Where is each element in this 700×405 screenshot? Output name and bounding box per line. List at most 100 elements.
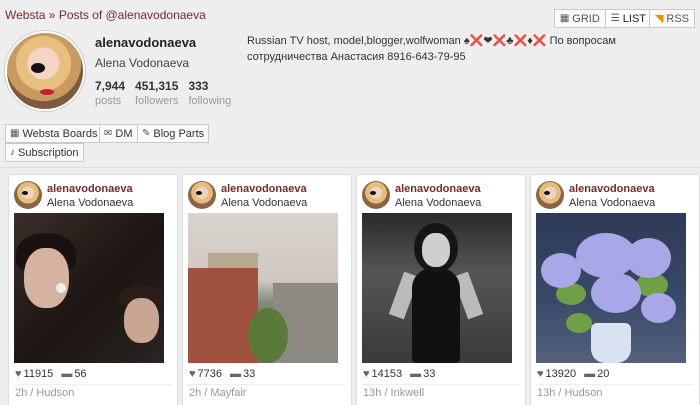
comment-count[interactable]: ▬ 56 [61, 368, 86, 380]
photo-detail [422, 233, 450, 267]
comment-count[interactable]: ▬ 33 [230, 368, 255, 380]
card-divider [536, 384, 694, 385]
post-full-name: Alena Vodonaeva [47, 197, 134, 209]
rss-button[interactable]: ◥ RSS [648, 9, 695, 28]
comment-count-value: 33 [423, 368, 436, 380]
photo-detail [591, 323, 631, 363]
comment-count[interactable]: ▬ 20 [584, 368, 609, 380]
comment-count-value: 33 [243, 368, 256, 380]
comment-count-value: 56 [74, 368, 87, 380]
card-divider [362, 384, 520, 385]
grid-icon: ▦ [559, 13, 570, 24]
list-view-button[interactable]: ☰ LIST [605, 9, 652, 28]
rss-label: RSS [666, 12, 689, 25]
like-count[interactable]: ♥ 7736 [189, 368, 222, 380]
post-card[interactable]: alenavodonaeva Alena Vodonaeva ♥ 14153 ▬ 3… [356, 174, 526, 405]
post-time-filter[interactable]: 2h / Mayfair [189, 387, 246, 399]
photo-detail [248, 308, 288, 363]
breadcrumb-separator: » [45, 8, 59, 22]
like-count-value: 7736 [197, 368, 223, 380]
blog-parts-label: Blog Parts [153, 127, 205, 140]
profile-avatar[interactable] [5, 31, 85, 111]
avatar-eyepatch [196, 191, 202, 195]
avatar-lips [40, 89, 54, 95]
post-meta: ♥ 13920 ▬ 20 [537, 368, 609, 380]
post-meta: ♥ 14153 ▬ 33 [363, 368, 435, 380]
comment-count-value: 20 [597, 368, 610, 380]
stat-posts-label: posts [95, 95, 122, 107]
comment-icon: ▬ [584, 368, 596, 380]
photo-detail [641, 293, 676, 323]
post-card[interactable]: alenavodonaeva Alena Vodonaeva ♥ 11915 ▬ 5… [8, 174, 178, 405]
post-username[interactable]: alenavodonaeva [395, 183, 481, 195]
boards-icon: ▦ [10, 128, 20, 139]
heart-icon: ♥ [15, 368, 22, 380]
like-count[interactable]: ♥ 14153 [363, 368, 402, 380]
post-avatar[interactable] [188, 181, 216, 209]
post-avatar[interactable] [536, 181, 564, 209]
grid-view-label: GRID [572, 12, 600, 25]
stat-followers[interactable]: 451,315 followers [135, 79, 178, 107]
photo-detail [124, 298, 159, 343]
avatar-eyepatch [370, 191, 376, 195]
post-full-name: Alena Vodonaeva [395, 197, 482, 209]
heart-icon: ♥ [189, 368, 196, 380]
photo-detail [24, 248, 69, 308]
like-count-value: 11915 [23, 368, 54, 380]
post-avatar[interactable] [14, 181, 42, 209]
post-photo[interactable] [188, 213, 338, 363]
profile-stats: 7,944 posts 451,315 followers 333 follow… [95, 79, 231, 107]
post-full-name: Alena Vodonaeva [569, 197, 656, 209]
rss-icon: ◥ [654, 13, 664, 25]
comment-icon: ▬ [61, 368, 73, 380]
like-count[interactable]: ♥ 13920 [537, 368, 576, 380]
like-count-value: 14153 [371, 368, 403, 380]
stat-following[interactable]: 333 following [188, 79, 231, 107]
post-username[interactable]: alenavodonaeva [569, 183, 655, 195]
post-meta: ♥ 7736 ▬ 33 [189, 368, 255, 380]
stat-posts-value: 7,944 [95, 79, 126, 93]
websta-boards-button[interactable]: ▦ Websta Boards [5, 124, 103, 143]
photo-detail [566, 313, 592, 333]
card-divider [14, 384, 172, 385]
breadcrumb-home-link[interactable]: Websta [5, 8, 45, 22]
stat-posts[interactable]: 7,944 posts [95, 79, 125, 107]
subscription-button[interactable]: ♪ Subscription [5, 143, 84, 162]
post-username[interactable]: alenavodonaeva [221, 183, 307, 195]
avatar-eyepatch [31, 63, 45, 73]
post-time-filter[interactable]: 13h / Hudson [537, 387, 602, 399]
bell-icon: ♪ [10, 147, 15, 158]
post-time-filter[interactable]: 2h / Hudson [15, 387, 74, 399]
grid-view-button[interactable]: ▦ GRID [553, 9, 606, 28]
breadcrumb: Websta » Posts of @alenavodonaeva [5, 8, 206, 22]
stat-following-label: following [188, 95, 232, 107]
post-card[interactable]: alenavodonaeva Alena Vodonaeva ♥ 13920 ▬ 2… [530, 174, 700, 405]
post-avatar[interactable] [362, 181, 390, 209]
post-photo[interactable] [362, 213, 512, 363]
post-photo[interactable] [14, 213, 164, 363]
like-count[interactable]: ♥ 11915 [15, 368, 53, 380]
profile-full-name: Alena Vodonaeva [95, 56, 190, 70]
like-count-value: 13920 [545, 368, 577, 380]
post-username[interactable]: alenavodonaeva [47, 183, 133, 195]
list-view-label: LIST [622, 12, 646, 25]
comment-count[interactable]: ▬ 33 [410, 368, 435, 380]
breadcrumb-current[interactable]: Posts of @alenavodonaeva [59, 8, 206, 22]
profile-bio: Russian TV host, model,blogger,wolfwoman… [247, 35, 616, 63]
envelope-icon: ✉ [104, 128, 113, 139]
avatar-eyepatch [22, 191, 28, 195]
list-icon: ☰ [610, 13, 620, 24]
dm-label: DM [115, 127, 133, 140]
stat-followers-label: followers [135, 95, 179, 107]
wrench-icon: ✎ [142, 128, 151, 139]
view-toggle: ▦ GRID ☰ LIST [553, 9, 652, 28]
avatar-eyepatch [544, 191, 550, 195]
photo-detail [188, 268, 258, 363]
dm-button[interactable]: ✉ DM [99, 124, 138, 143]
profile-username[interactable]: alenavodonaeva [95, 35, 196, 50]
post-time-filter[interactable]: 13h / Inkwell [363, 387, 424, 399]
photo-detail [541, 253, 581, 288]
post-photo[interactable] [536, 213, 686, 363]
blog-parts-button[interactable]: ✎ Blog Parts [137, 124, 210, 143]
post-card[interactable]: alenavodonaeva Alena Vodonaeva ♥ 7736 ▬ 33… [182, 174, 352, 405]
